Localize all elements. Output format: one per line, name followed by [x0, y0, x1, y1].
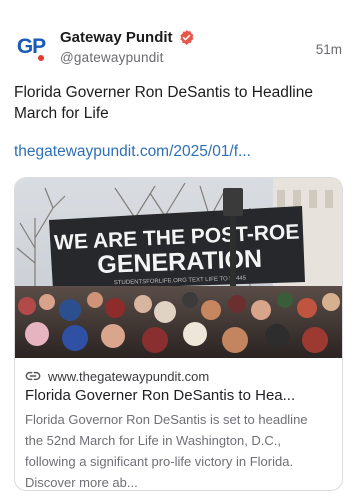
link-preview-card[interactable]: WE ARE THE POST-ROE GENERATION STUDENTSF… — [14, 177, 343, 491]
card-domain: www.thegatewaypundit.com — [48, 368, 210, 384]
card-title[interactable]: Florida Governer Ron DeSantis to Hea... — [25, 387, 330, 404]
avatar[interactable]: GP — [14, 30, 48, 64]
post-timestamp[interactable]: 51m — [316, 42, 342, 57]
post[interactable]: GP Gateway Pundit @gatewaypundit 51m Flo… — [0, 0, 356, 500]
display-name-row: Gateway Pundit — [60, 26, 195, 48]
post-header: GP Gateway Pundit @gatewaypundit 51m — [14, 26, 344, 70]
avatar-logo-dot — [38, 55, 44, 61]
handle[interactable]: @gatewaypundit — [60, 50, 195, 65]
card-body: www.thegatewaypundit.com Florida Governe… — [25, 367, 335, 491]
post-link[interactable]: thegatewaypundit.com/2025/01/f... — [14, 143, 251, 161]
post-text: Florida Governer Ron DeSantis to Headlin… — [14, 84, 313, 122]
verified-badge-icon — [179, 29, 193, 45]
display-name[interactable]: Gateway Pundit — [60, 29, 173, 46]
author-names: Gateway Pundit @gatewaypundit — [60, 26, 195, 65]
card-description: Florida Governor Ron DeSantis is set to … — [25, 412, 308, 490]
card-domain-row: www.thegatewaypundit.com — [25, 367, 335, 385]
link-icon — [25, 371, 41, 381]
card-image[interactable]: WE ARE THE POST-ROE GENERATION STUDENTSF… — [15, 178, 342, 358]
